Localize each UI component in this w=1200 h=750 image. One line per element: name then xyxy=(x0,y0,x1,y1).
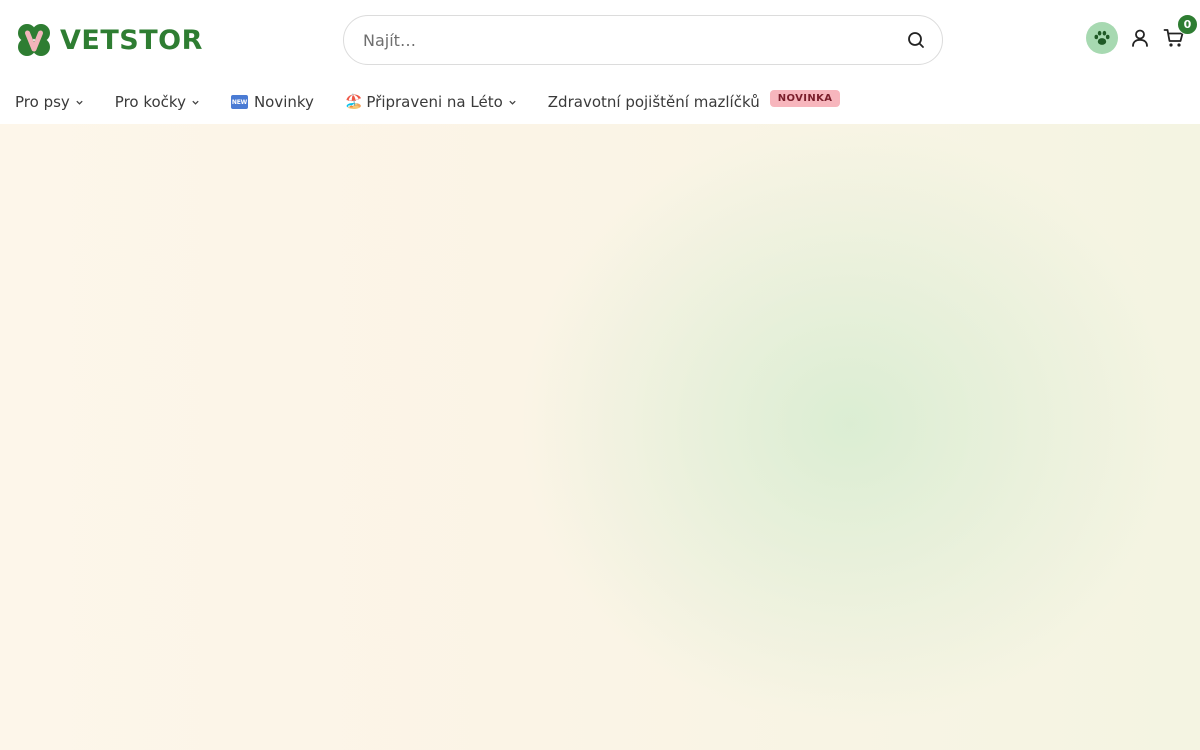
account-button[interactable] xyxy=(1128,26,1152,50)
site-logo[interactable]: VETSTOR xyxy=(16,22,203,58)
search-bar xyxy=(343,15,943,65)
chevron-down-icon xyxy=(509,100,516,105)
cart-button[interactable]: 0 xyxy=(1162,14,1198,50)
beach-umbrella-icon: 🏖️ xyxy=(344,94,363,110)
search-input[interactable] xyxy=(361,29,906,51)
chevron-down-icon xyxy=(76,100,83,105)
pet-profile-button[interactable] xyxy=(1086,22,1118,54)
user-icon xyxy=(1132,29,1148,47)
paw-icon xyxy=(1094,30,1110,45)
nav-item-pro-kocky[interactable]: Pro kočky xyxy=(115,93,200,111)
brand-name: VETSTOR xyxy=(60,24,203,56)
nav-item-label: Připraveni na Léto xyxy=(366,93,503,111)
nav-item-zdravotni-pojisteni[interactable]: Zdravotní pojištění mazlíčků NOVINKA xyxy=(547,89,841,111)
main-navigation: Pro psy Pro kočky NEW Novinky 🏖️ Připrav… xyxy=(0,80,1200,124)
search-icon xyxy=(908,32,924,48)
clover-logo-icon xyxy=(18,24,50,56)
nav-item-novinky[interactable]: NEW Novinky xyxy=(230,93,314,111)
nav-item-label: Zdravotní pojištění mazlíčků xyxy=(547,93,760,111)
nav-item-label: Pro kočky xyxy=(114,93,186,111)
header-actions: 0 xyxy=(1086,14,1198,54)
site-header: VETSTOR Najít… 0 xyxy=(0,0,1200,80)
new-emoji-icon: NEW xyxy=(230,95,248,109)
hero-banner xyxy=(0,124,1200,750)
search-button[interactable] xyxy=(906,30,926,50)
nav-item-pro-psy[interactable]: Pro psy xyxy=(15,93,84,111)
nav-item-label: Pro psy xyxy=(15,93,70,111)
novinka-badge: NOVINKA xyxy=(769,89,841,107)
nav-item-label: Novinky xyxy=(253,93,314,111)
cart-count-badge: 0 xyxy=(1177,14,1198,35)
nav-item-pripraveni-na-leto[interactable]: 🏖️ Připraveni na Léto xyxy=(345,93,517,111)
chevron-down-icon xyxy=(192,100,199,105)
